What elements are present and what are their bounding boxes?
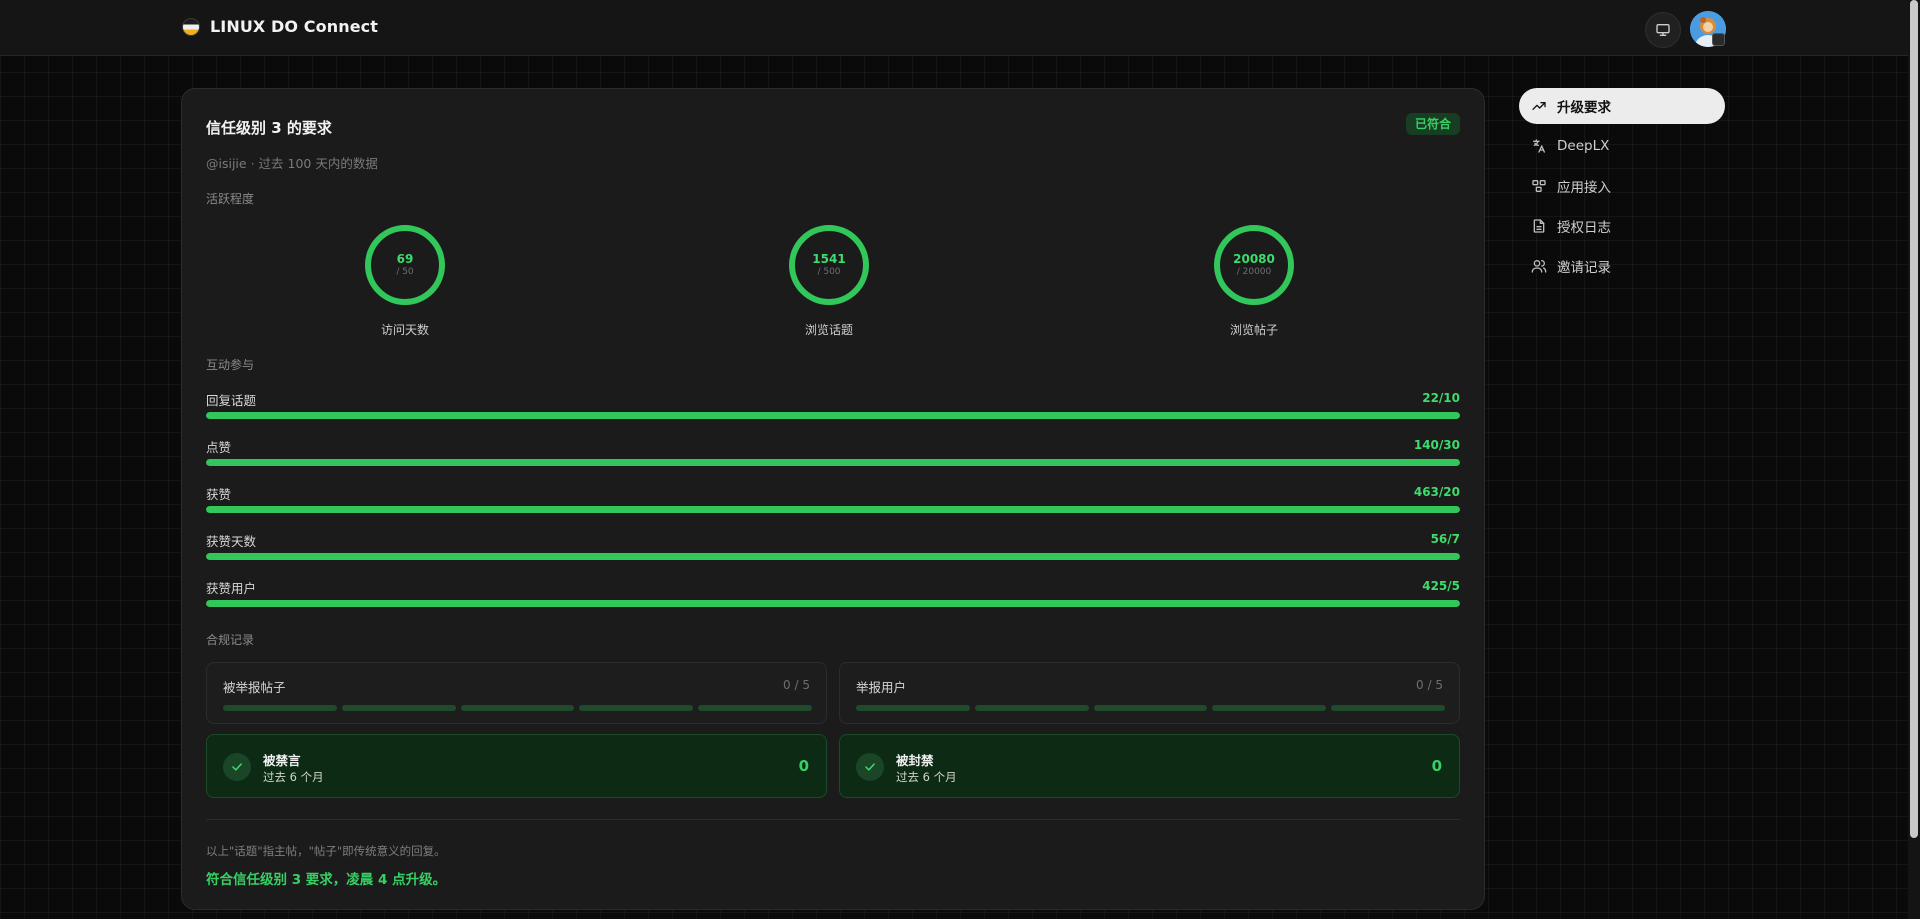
ring-target: / 20000 <box>1236 267 1272 277</box>
bar-liked-days: 获赞天数 56/7 <box>206 531 1460 561</box>
top-bar: LINUX DO Connect <box>0 0 1908 56</box>
nav-label: DeepLX <box>1557 138 1610 154</box>
brand-name: LINUX DO Connect <box>210 17 378 36</box>
limit-value: 0 / 5 <box>1416 678 1443 692</box>
ring-label: 访问天数 <box>380 323 429 337</box>
trending-up-icon <box>1531 98 1547 114</box>
bar-liked-users: 获赞用户 425/5 <box>206 578 1460 608</box>
document-icon <box>1531 218 1547 234</box>
brand-logo-icon <box>182 17 200 36</box>
interaction-section-label: 互动参与 <box>206 358 255 372</box>
bar-likes-given: 点赞 140/30 <box>206 437 1460 467</box>
reported-posts-card: 被举报帖子 0 / 5 <box>206 662 827 724</box>
progress-fill <box>206 553 1460 560</box>
nav-item-upgrade-requirements[interactable]: 升级要求 <box>1519 88 1725 124</box>
nav-label: 邀请记录 <box>1557 260 1611 276</box>
compliance-section-label: 合规记录 <box>206 633 255 647</box>
limit-segments <box>223 705 812 711</box>
nav-item-auth-log[interactable]: 授权日志 <box>1519 208 1725 244</box>
ring-topics-viewed: 1541 / 500 浏览话题 <box>754 223 904 341</box>
progress-track <box>206 412 1460 419</box>
nav-label: 应用接入 <box>1557 180 1611 196</box>
nav-item-deeplx[interactable]: DeepLX <box>1519 128 1725 164</box>
limit-value: 0 / 5 <box>783 678 810 692</box>
ring-visit-days: 69 / 50 访问天数 <box>330 223 480 341</box>
bar-value: 140/30 <box>1413 438 1460 452</box>
progress-fill <box>206 412 1460 419</box>
bar-replies: 回复话题 22/10 <box>206 390 1460 420</box>
bar-value: 22/10 <box>1422 391 1460 405</box>
conclusion-text: 符合信任级别 3 要求，凌晨 4 点升级。 <box>206 872 447 888</box>
monitor-icon <box>1656 23 1670 36</box>
limit-segment <box>223 705 337 711</box>
bar-label: 获赞天数 <box>206 534 257 549</box>
bar-value: 463/20 <box>1413 485 1460 499</box>
ring-value: 69 <box>396 252 414 266</box>
check-icon <box>223 753 251 781</box>
check-value: 0 <box>798 757 809 775</box>
activity-section-label: 活跃程度 <box>206 192 255 206</box>
avatar-status-badge <box>1712 33 1725 46</box>
bar-label: 点赞 <box>206 440 232 455</box>
bar-value: 425/5 <box>1422 579 1460 593</box>
bar-likes-received: 获赞 463/20 <box>206 484 1460 514</box>
ring-target: / 500 <box>817 267 841 277</box>
users-icon <box>1531 258 1547 274</box>
limit-segment <box>460 705 575 711</box>
ring-target: / 50 <box>396 267 414 277</box>
check-title: 被封禁 <box>896 753 934 768</box>
progress-track <box>206 600 1460 607</box>
display-mode-button[interactable] <box>1645 12 1681 48</box>
status-badge: 已符合 <box>1406 113 1461 135</box>
bar-label: 获赞用户 <box>206 581 257 596</box>
ring-value: 20080 <box>1233 252 1275 266</box>
silenced-check-card: 被禁言 过去 6 个月 0 <box>206 734 827 798</box>
check-subtitle: 过去 6 个月 <box>263 770 324 784</box>
apps-icon <box>1531 178 1547 194</box>
check-icon <box>856 753 884 781</box>
ring-posts-viewed: 20080 / 20000 浏览帖子 <box>1179 223 1329 341</box>
limit-segment <box>698 705 812 711</box>
trust-level-card: 信任级别 3 的要求 已符合 @isijie · 过去 100 天内的数据 活跃… <box>181 88 1485 910</box>
scrollbar-thumb[interactable] <box>1910 0 1918 838</box>
progress-track <box>206 459 1460 466</box>
limit-segments <box>856 705 1445 711</box>
divider <box>206 819 1460 820</box>
nav-item-app-integration[interactable]: 应用接入 <box>1519 168 1725 204</box>
limit-title: 被举报帖子 <box>223 680 286 695</box>
check-title: 被禁言 <box>263 753 301 768</box>
bar-label: 回复话题 <box>206 393 257 408</box>
limit-segment <box>1212 705 1327 711</box>
nav-label: 升级要求 <box>1557 100 1611 116</box>
limit-segment <box>579 705 694 711</box>
suspended-check-card: 被封禁 过去 6 个月 0 <box>839 734 1460 798</box>
limit-segment <box>341 705 456 711</box>
reported-users-card: 举报用户 0 / 5 <box>839 662 1460 724</box>
limit-segment <box>856 705 970 711</box>
check-subtitle: 过去 6 个月 <box>896 770 957 784</box>
limit-segment <box>1093 705 1208 711</box>
ring-value: 1541 <box>812 252 846 266</box>
brand[interactable]: LINUX DO Connect <box>182 17 378 36</box>
progress-fill <box>206 506 1460 513</box>
card-title: 信任级别 3 的要求 <box>206 119 332 137</box>
progress-fill <box>206 459 1460 466</box>
footnote: 以上"话题"指主帖，"帖子"即传统意义的回复。 <box>206 844 446 858</box>
progress-track <box>206 553 1460 560</box>
nav-item-invite-records[interactable]: 邀请记录 <box>1519 248 1725 284</box>
check-value: 0 <box>1431 757 1442 775</box>
bar-label: 获赞 <box>206 487 232 502</box>
card-subtitle: @isijie · 过去 100 天内的数据 <box>206 156 378 171</box>
bar-value: 56/7 <box>1430 532 1460 546</box>
side-nav: 升级要求 DeepLX 应用接入 授权日志 邀请记录 <box>1519 88 1725 288</box>
limit-title: 举报用户 <box>856 680 907 695</box>
translate-icon <box>1531 138 1547 154</box>
limit-segment <box>1331 705 1445 711</box>
limit-segment <box>974 705 1089 711</box>
ring-label: 浏览话题 <box>804 323 853 337</box>
nav-label: 授权日志 <box>1557 220 1611 236</box>
progress-fill <box>206 600 1460 607</box>
ring-label: 浏览帖子 <box>1229 323 1278 337</box>
progress-track <box>206 506 1460 513</box>
